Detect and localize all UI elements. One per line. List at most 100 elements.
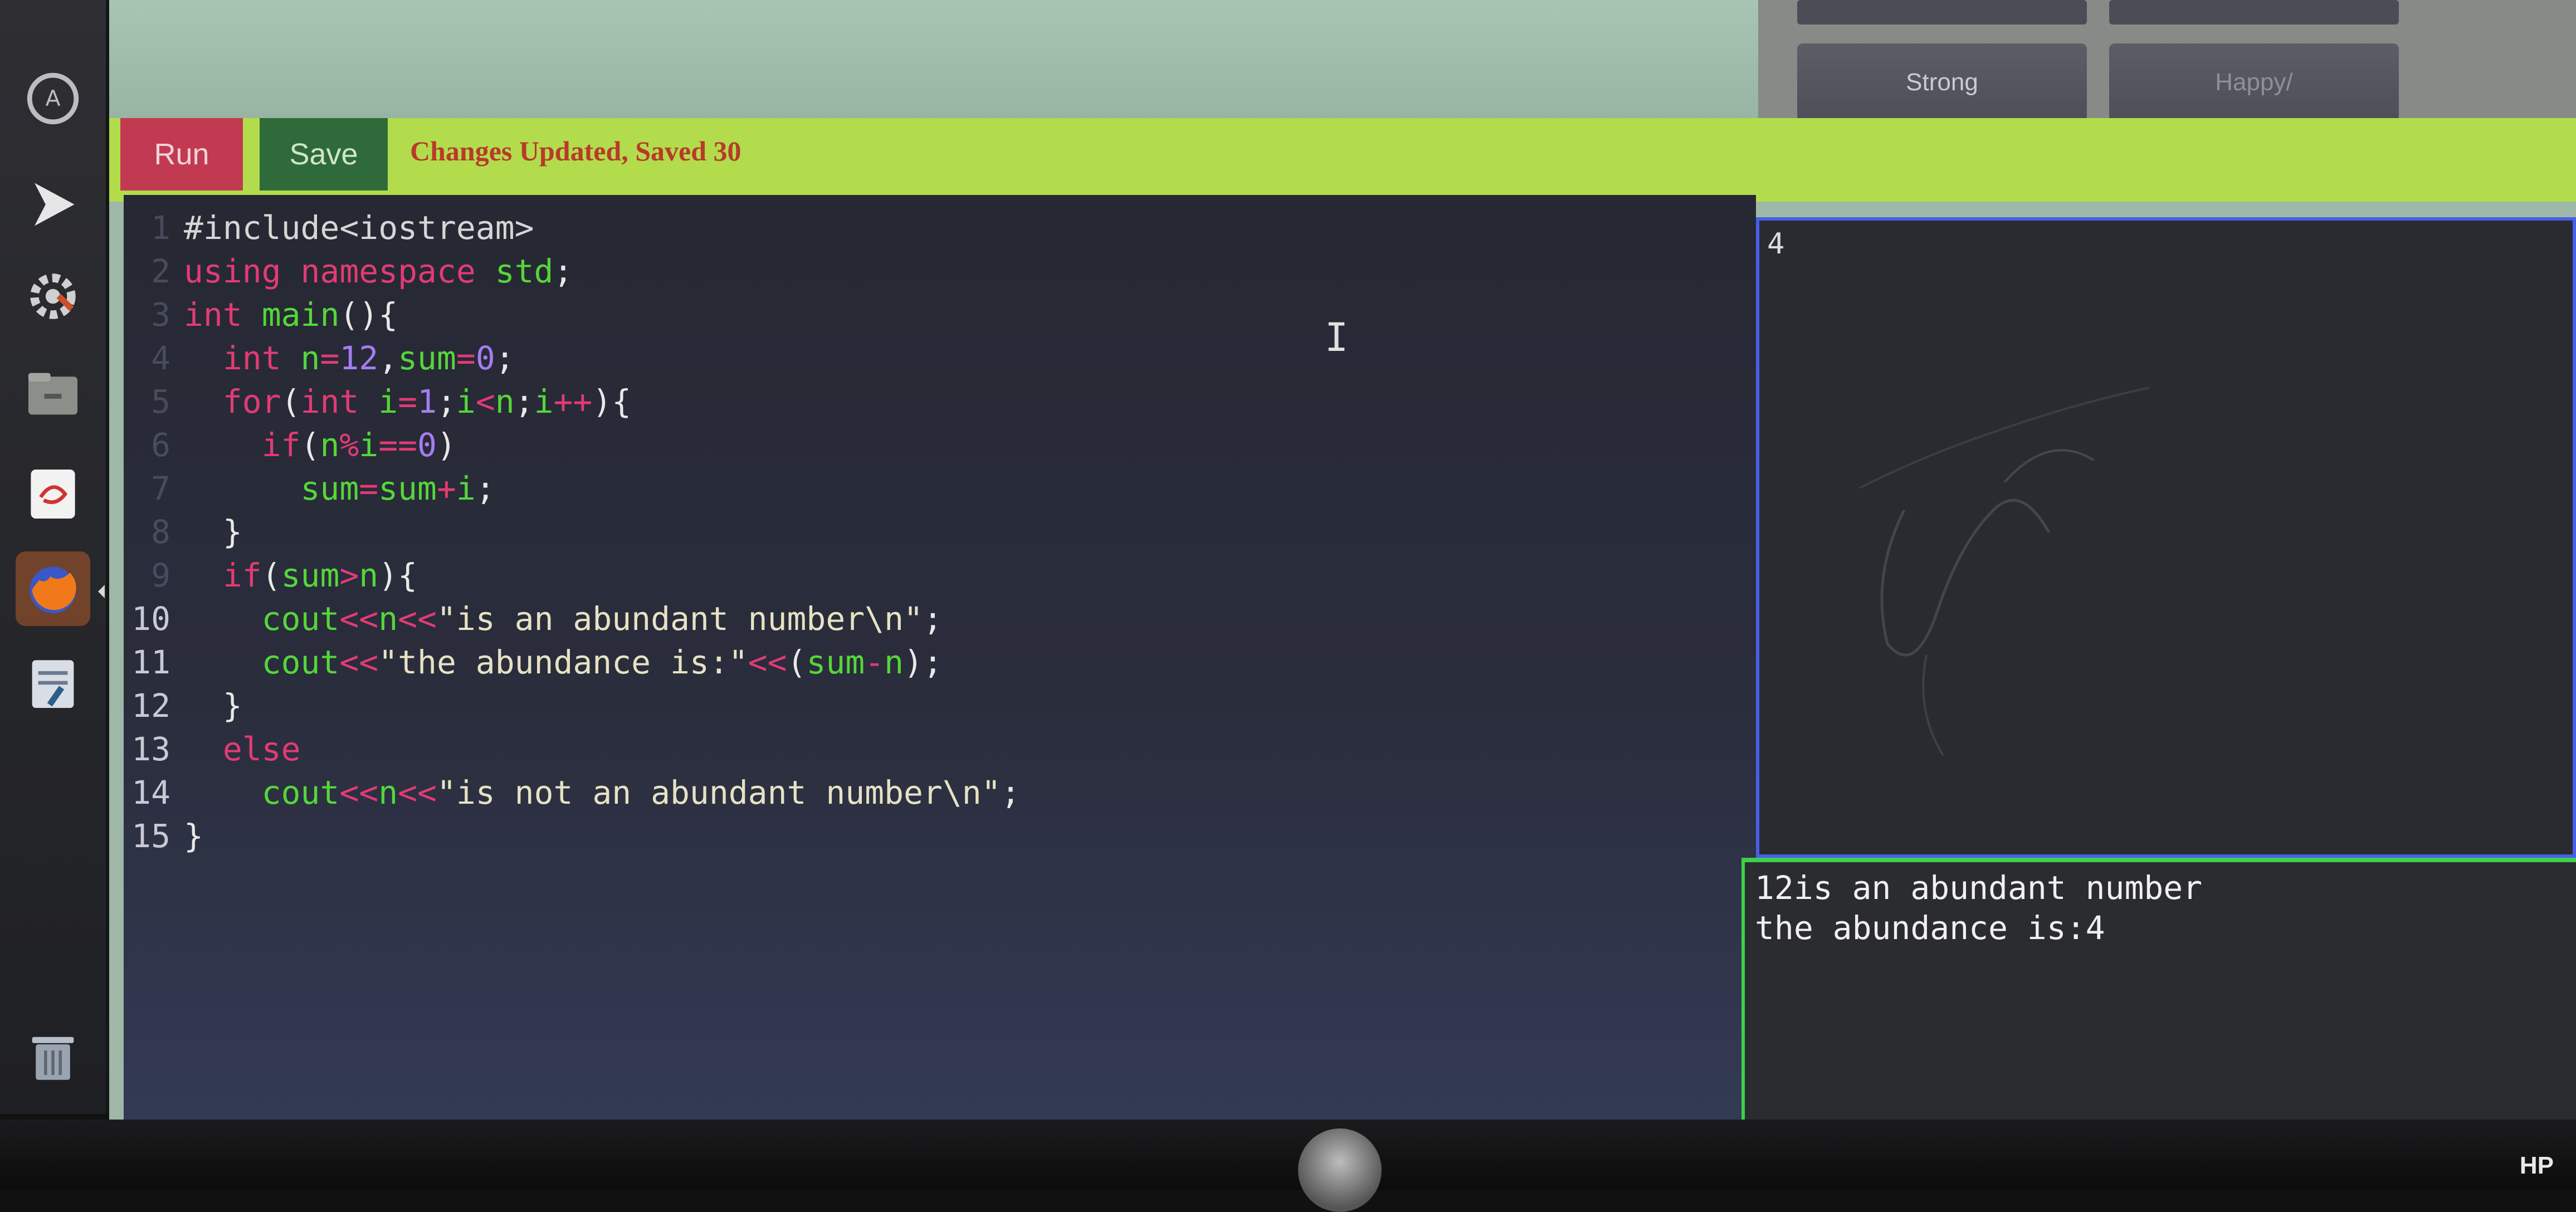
code-token: << — [339, 643, 379, 681]
save-status-text: Changes Updated, Saved 30 — [410, 135, 741, 167]
top-right-bar — [1797, 0, 2087, 25]
code-token: ; — [553, 252, 573, 290]
code-token: ( — [261, 556, 281, 594]
code-token: ( — [787, 643, 807, 681]
line-number: 7 — [151, 470, 170, 507]
code-token: ; — [514, 383, 534, 421]
code-token: ; — [475, 470, 495, 507]
code-text: cout<<n<<"is not an abundant number\n"; — [170, 771, 1021, 814]
run-button[interactable]: Run — [120, 118, 243, 190]
stdin-value: 4 — [1767, 227, 1785, 261]
code-token: ); — [904, 643, 943, 681]
media-player-icon[interactable] — [16, 167, 90, 242]
code-line[interactable]: 14 cout<<n<<"is not an abundant number\n… — [124, 771, 1021, 814]
code-text: } — [170, 510, 242, 554]
code-token: i — [534, 383, 554, 421]
code-token: << — [398, 774, 437, 812]
settings-icon[interactable] — [16, 259, 90, 334]
code-line[interactable]: 5 for(int i=1;i<n;i++){ — [124, 380, 631, 423]
code-token: = — [359, 470, 379, 507]
code-token: ){ — [592, 383, 632, 421]
code-token: for — [184, 383, 281, 421]
code-token: "is an abundant number\n" — [436, 600, 923, 638]
code-token: << — [748, 643, 787, 681]
code-token: > — [339, 556, 359, 594]
code-text: using namespace std; — [170, 250, 573, 293]
code-line[interactable]: 6 if(n%i==0) — [124, 423, 456, 467]
line-number: 10 — [131, 600, 170, 638]
code-token: == — [378, 426, 418, 464]
code-token: sum — [184, 470, 359, 507]
code-token: int — [300, 383, 379, 421]
code-line[interactable]: 11 cout<<"the abundance is:"<<(sum-n); — [124, 641, 943, 684]
code-text: for(int i=1;i<n;i++){ — [170, 380, 631, 423]
text-cursor-icon: I — [1325, 315, 1349, 360]
code-token: ){ — [378, 556, 418, 594]
code-token: < — [475, 383, 495, 421]
code-token: n — [300, 339, 320, 377]
code-line[interactable]: 13 else — [124, 727, 300, 771]
firefox-icon[interactable] — [16, 551, 90, 626]
monitor-emblem-icon — [1298, 1128, 1382, 1212]
code-text: int main(){ — [170, 293, 398, 336]
line-number: 14 — [131, 774, 170, 812]
code-line[interactable]: 7 sum=sum+i; — [124, 467, 495, 510]
code-line[interactable]: 15} — [124, 814, 203, 858]
trash-icon[interactable] — [16, 1019, 90, 1094]
code-line[interactable]: 4 int n=12,sum=0; — [124, 336, 515, 380]
code-token: "is not an abundant number\n" — [436, 774, 1001, 812]
code-token: cout — [184, 600, 340, 638]
code-token: = — [320, 339, 340, 377]
files-icon[interactable] — [16, 356, 90, 431]
line-number: 4 — [151, 339, 170, 377]
code-text: cout<<"the abundance is:"<<(sum-n); — [170, 641, 943, 684]
code-token: sum — [806, 643, 865, 681]
code-token: n — [495, 383, 515, 421]
code-token: ++ — [553, 383, 593, 421]
software-updater-icon[interactable]: A — [16, 61, 90, 136]
code-token: int — [184, 339, 301, 377]
code-text: if(sum>n){ — [170, 554, 417, 597]
code-playground-app: Strong Happy/ Run Save Changes Updated, … — [109, 0, 2576, 1120]
line-number: 8 — [151, 513, 170, 551]
screen-glare-scribble — [1859, 387, 2150, 756]
code-token: n — [884, 643, 904, 681]
code-text: } — [170, 814, 203, 858]
top-right-bar — [2109, 0, 2399, 25]
notes-icon[interactable] — [16, 646, 90, 721]
strong-button[interactable]: Strong — [1797, 43, 2087, 121]
save-button[interactable]: Save — [260, 118, 388, 190]
top-header — [109, 0, 1758, 125]
hp-logo: HP — [2519, 1152, 2554, 1179]
code-token: << — [398, 600, 437, 638]
happy-button[interactable]: Happy/ — [2109, 43, 2399, 121]
code-line[interactable]: 9 if(sum>n){ — [124, 554, 417, 597]
code-line[interactable]: 12 } — [124, 684, 242, 727]
stdin-input-panel[interactable]: 4 — [1756, 217, 2576, 858]
code-token: ; — [1001, 774, 1021, 812]
code-line[interactable]: 10 cout<<n<<"is an abundant number\n"; — [124, 597, 943, 641]
output-panel: 12is an abundant number the abundance is:… — [1741, 858, 2576, 1120]
code-line[interactable]: 3 int main(){ — [124, 293, 398, 336]
code-token: 1 — [417, 383, 437, 421]
code-token: n — [378, 774, 398, 812]
code-token: std — [495, 252, 554, 290]
code-token: ; — [923, 600, 943, 638]
output-line: 12is an abundant number — [1755, 869, 2203, 907]
code-editor[interactable]: 1 #include<iostream> 2 using namespace std;… — [124, 195, 1756, 1120]
line-number: 13 — [131, 730, 170, 768]
code-token: main — [261, 296, 340, 334]
line-number: 11 — [131, 643, 170, 681]
code-line[interactable]: 8 } — [124, 510, 242, 554]
code-token: #include<iostream> — [184, 209, 534, 247]
code-text: } — [170, 684, 242, 727]
code-line[interactable]: 1 #include<iostream> — [124, 206, 534, 250]
line-number: 9 — [151, 556, 170, 594]
text-editor-icon[interactable] — [16, 457, 90, 531]
code-line[interactable]: 2 using namespace std; — [124, 250, 573, 293]
line-number: 5 — [151, 383, 170, 421]
code-token: } — [184, 687, 242, 725]
code-token: = — [456, 339, 476, 377]
code-token: ( — [300, 426, 320, 464]
line-number: 2 — [151, 252, 170, 290]
